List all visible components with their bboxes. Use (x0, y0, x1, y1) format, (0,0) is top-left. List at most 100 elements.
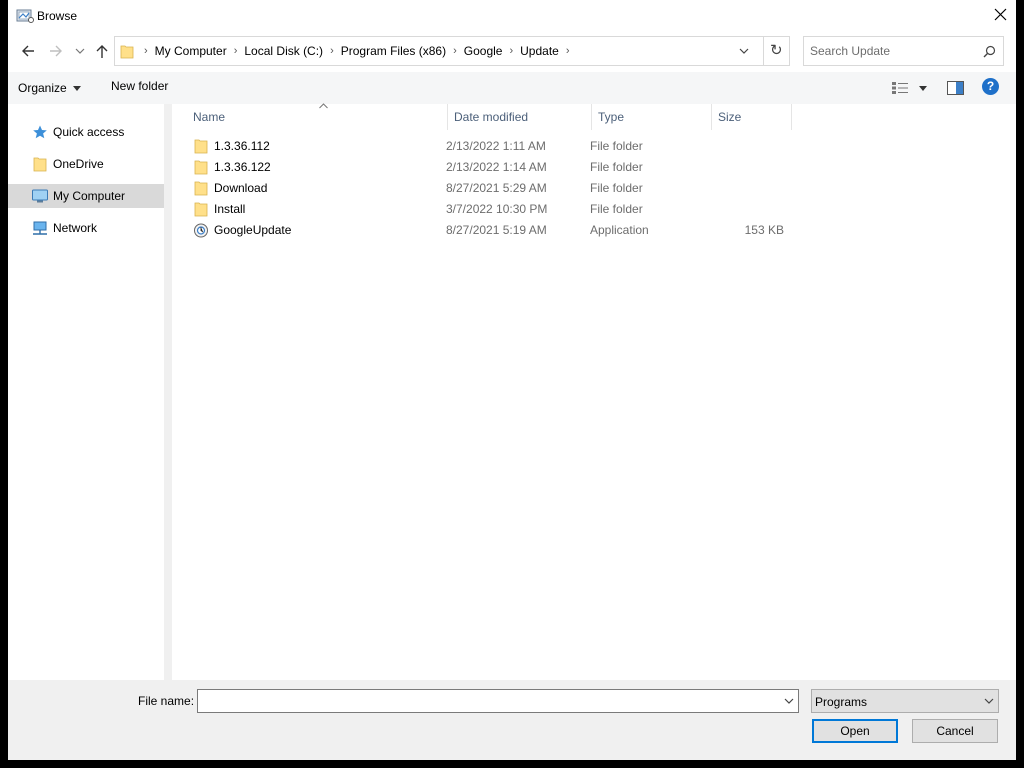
computer-icon (32, 189, 48, 203)
breadcrumb-google[interactable]: Google (464, 44, 503, 58)
sidebar-item-label: My Computer (53, 189, 126, 203)
close-button[interactable] (986, 0, 1016, 30)
file-date: 3/7/2022 10:30 PM (446, 202, 548, 216)
sidebar-item-quick-access[interactable]: Quick access (8, 120, 164, 144)
file-name: GoogleUpdate (214, 223, 292, 237)
file-name: 1.3.36.112 (214, 139, 270, 153)
preview-pane-icon (947, 81, 964, 95)
help-icon: ? (982, 78, 999, 95)
browse-dialog: Browse › My Computer › Local Disk (C:) ›… (8, 0, 1016, 760)
file-size: 153 KB (744, 223, 784, 237)
file-date: 2/13/2022 1:14 AM (446, 160, 547, 174)
help-button[interactable]: ? (982, 78, 1002, 98)
folder-icon (194, 181, 208, 196)
refresh-button[interactable]: ↻ (764, 36, 790, 66)
application-icon (194, 223, 208, 238)
search-input[interactable] (810, 43, 975, 59)
organize-button[interactable]: Organize (18, 79, 81, 97)
pane-splitter[interactable] (164, 104, 172, 680)
chevron-down-icon (739, 48, 749, 54)
column-header-label: Date modified (454, 110, 529, 124)
network-icon (33, 221, 47, 235)
file-row[interactable]: 1.3.36.122 2/13/2022 1:14 AM File folder (172, 156, 1016, 177)
file-name-combobox[interactable] (197, 689, 799, 713)
caret-down-icon (919, 86, 927, 91)
column-header-label: Type (598, 110, 625, 124)
file-name-input[interactable] (201, 694, 771, 709)
file-type: File folder (590, 181, 643, 195)
column-header-name[interactable]: Name (180, 103, 448, 130)
file-date: 8/27/2021 5:19 AM (446, 223, 547, 237)
folder-icon (194, 160, 208, 175)
file-type: File folder (590, 139, 643, 153)
file-type: Application (590, 223, 649, 237)
column-header-size[interactable]: Size (712, 104, 792, 130)
arrow-up-icon (96, 45, 108, 58)
sidebar-item-label: OneDrive (53, 157, 104, 171)
column-header-type[interactable]: Type (592, 104, 712, 130)
details-view-icon (892, 82, 908, 94)
address-bar[interactable]: › My Computer › Local Disk (C:) › Progra… (114, 36, 764, 66)
chevron-right-icon[interactable]: › (566, 45, 570, 57)
chevron-right-icon: › (144, 45, 148, 57)
column-header-label: Size (718, 110, 742, 124)
chevron-right-icon[interactable]: › (234, 45, 238, 57)
forward-button[interactable] (45, 40, 67, 62)
chevron-down-icon (984, 698, 994, 704)
file-type-selected: Programs (815, 695, 868, 709)
caret-down-icon (72, 86, 81, 91)
open-button[interactable]: Open (812, 719, 898, 743)
up-button[interactable] (91, 40, 113, 62)
sidebar-item-my-computer[interactable]: My Computer (8, 184, 164, 208)
sidebar-item-onedrive[interactable]: OneDrive (8, 152, 164, 176)
search-box[interactable] (803, 36, 1004, 66)
chevron-down-icon[interactable] (784, 698, 794, 705)
browse-window-icon (16, 9, 34, 23)
folder-icon (33, 157, 47, 172)
file-type: File folder (590, 160, 643, 174)
chevron-right-icon[interactable]: › (453, 45, 457, 57)
breadcrumb-update[interactable]: Update (520, 44, 559, 58)
sidebar-item-label: Network (53, 221, 98, 235)
recent-locations-button[interactable] (72, 40, 88, 62)
sidebar-item-network[interactable]: Network (8, 216, 164, 240)
organize-label: Organize (18, 81, 67, 95)
sidebar-item-label: Quick access (53, 125, 125, 139)
preview-pane-button[interactable] (945, 79, 967, 97)
arrow-left-icon (22, 45, 34, 57)
file-name: 1.3.36.122 (214, 160, 271, 174)
close-icon (994, 8, 1007, 21)
file-type: File folder (590, 202, 643, 216)
back-button[interactable] (17, 40, 39, 62)
address-dropdown-button[interactable] (731, 37, 755, 65)
file-list: Name Date modified Type Size 1.3.36.112 … (172, 103, 1016, 680)
star-icon (33, 125, 47, 139)
window-title: Browse (37, 9, 78, 23)
breadcrumb-my-computer[interactable]: My Computer (155, 44, 227, 58)
file-date: 8/27/2021 5:29 AM (446, 181, 547, 195)
column-header-date-modified[interactable]: Date modified (448, 104, 592, 130)
file-type-select[interactable]: Programs (811, 689, 999, 713)
chevron-down-icon (75, 48, 85, 54)
file-row[interactable]: GoogleUpdate 8/27/2021 5:19 AM Applicati… (172, 219, 1016, 240)
dialog-footer: File name: Programs Open Cancel (8, 680, 1016, 760)
new-folder-label: New folder (111, 79, 169, 93)
folder-icon (120, 45, 134, 59)
cancel-button[interactable]: Cancel (912, 719, 998, 743)
chevron-right-icon[interactable]: › (330, 45, 334, 57)
file-date: 2/13/2022 1:11 AM (446, 139, 546, 153)
chevron-right-icon[interactable]: › (509, 45, 513, 57)
breadcrumb-local-disk[interactable]: Local Disk (C:) (244, 44, 323, 58)
file-row[interactable]: Install 3/7/2022 10:30 PM File folder (172, 198, 1016, 219)
new-folder-button[interactable]: New folder (111, 79, 168, 97)
change-view-button[interactable] (890, 79, 930, 97)
search-icon[interactable] (983, 45, 996, 58)
breadcrumb-program-files[interactable]: Program Files (x86) (341, 44, 446, 58)
file-row[interactable]: Download 8/27/2021 5:29 AM File folder (172, 177, 1016, 198)
arrow-right-icon (50, 45, 62, 57)
file-row[interactable]: 1.3.36.112 2/13/2022 1:11 AM File folder (172, 135, 1016, 156)
navigation-pane: Quick access OneDrive My Computer Networ… (8, 104, 164, 680)
command-bar: Organize New folder ? (8, 72, 1016, 104)
column-headers: Name Date modified Type Size (172, 103, 1016, 130)
title-bar: Browse (8, 0, 1016, 32)
